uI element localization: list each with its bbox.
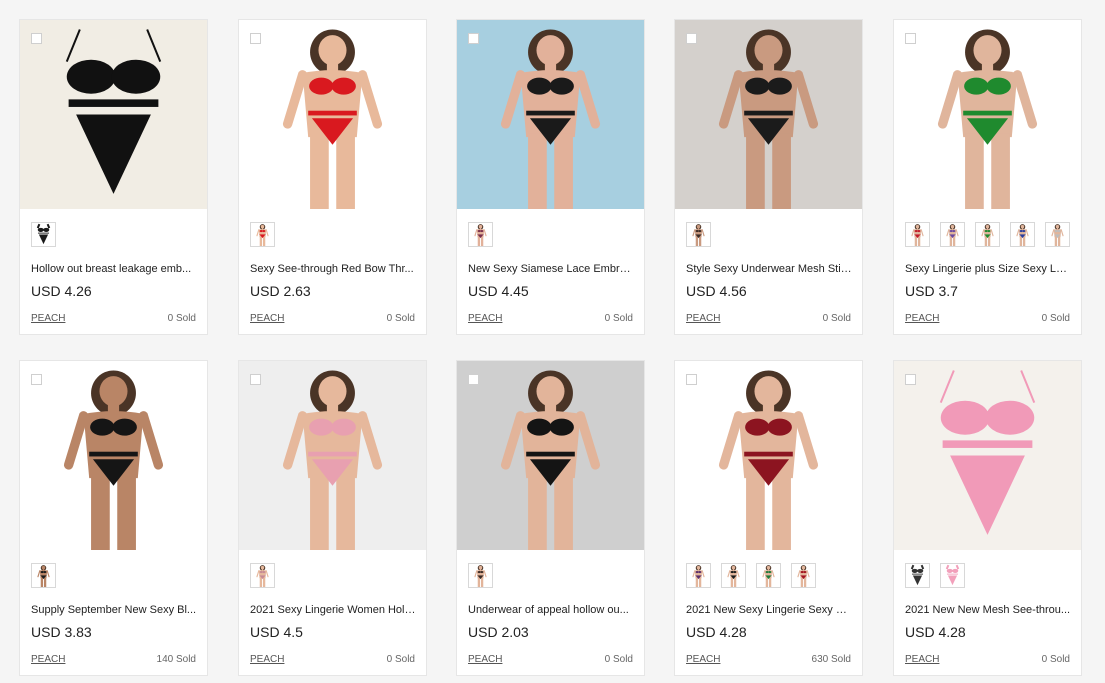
- product-image[interactable]: [239, 20, 426, 209]
- sold-count: 0 Sold: [1041, 313, 1070, 324]
- shop-link[interactable]: PEACH: [686, 653, 720, 667]
- product-price: USD 4.28: [686, 624, 747, 640]
- select-checkbox[interactable]: [905, 374, 916, 385]
- product-image[interactable]: [675, 361, 862, 550]
- variant-swatches: [250, 563, 420, 590]
- product-title[interactable]: Sexy See-through Red Bow Thr...: [250, 262, 416, 276]
- sold-count: 0 Sold: [1041, 654, 1070, 665]
- product-image[interactable]: [894, 361, 1081, 550]
- product-price: USD 4.45: [468, 283, 529, 299]
- variant-swatch[interactable]: [686, 563, 711, 588]
- variant-swatches: [686, 222, 856, 249]
- variant-swatches: [31, 563, 201, 590]
- variant-swatch[interactable]: [1010, 222, 1035, 247]
- variant-swatch[interactable]: [905, 563, 930, 588]
- shop-link[interactable]: PEACH: [905, 312, 939, 326]
- sold-count: 0 Sold: [386, 654, 415, 665]
- select-checkbox[interactable]: [250, 33, 261, 44]
- product-image[interactable]: [20, 20, 207, 209]
- sold-count: 630 Sold: [811, 654, 851, 665]
- variant-swatch[interactable]: [721, 563, 746, 588]
- variant-swatches: [31, 222, 201, 249]
- product-card[interactable]: Underwear of appeal hollow ou... USD 2.03…: [456, 360, 645, 676]
- variant-swatches: [468, 563, 638, 590]
- product-title[interactable]: Underwear of appeal hollow ou...: [468, 603, 634, 617]
- select-checkbox[interactable]: [250, 374, 261, 385]
- product-image[interactable]: [457, 361, 644, 550]
- variant-swatch[interactable]: [940, 563, 965, 588]
- sold-count: 0 Sold: [604, 313, 633, 324]
- variant-swatch[interactable]: [31, 222, 56, 247]
- shop-link[interactable]: PEACH: [686, 312, 720, 326]
- product-price: USD 4.56: [686, 283, 747, 299]
- variant-swatches: [686, 563, 856, 590]
- select-checkbox[interactable]: [468, 374, 479, 385]
- product-price: USD 2.03: [468, 624, 529, 640]
- shop-link[interactable]: PEACH: [468, 653, 502, 667]
- variant-swatch[interactable]: [468, 563, 493, 588]
- shop-link[interactable]: PEACH: [31, 653, 65, 667]
- product-price: USD 3.7: [905, 283, 958, 299]
- product-title[interactable]: 2021 Sexy Lingerie Women Holl...: [250, 603, 416, 617]
- product-price: USD 4.28: [905, 624, 966, 640]
- product-title[interactable]: Style Sexy Underwear Mesh Stit...: [686, 262, 852, 276]
- product-title[interactable]: Sexy Lingerie plus Size Sexy Lac...: [905, 262, 1071, 276]
- sold-count: 0 Sold: [604, 654, 633, 665]
- product-title[interactable]: 2021 New Sexy Lingerie Sexy Sl...: [686, 603, 852, 617]
- product-image[interactable]: [675, 20, 862, 209]
- select-checkbox[interactable]: [468, 33, 479, 44]
- variant-swatches: [905, 222, 1075, 249]
- variant-swatch[interactable]: [250, 563, 275, 588]
- product-price: USD 3.83: [31, 624, 92, 640]
- sold-count: 140 Sold: [156, 654, 196, 665]
- variant-swatch[interactable]: [686, 222, 711, 247]
- product-title[interactable]: 2021 New New Mesh See-throu...: [905, 603, 1071, 617]
- select-checkbox[interactable]: [31, 374, 42, 385]
- product-title[interactable]: Hollow out breast leakage emb...: [31, 262, 197, 276]
- product-card[interactable]: Supply September New Sexy Bl... USD 3.83 P…: [19, 360, 208, 676]
- product-title[interactable]: New Sexy Siamese Lace Embroi...: [468, 262, 634, 276]
- product-price: USD 4.26: [31, 283, 92, 299]
- variant-swatch[interactable]: [468, 222, 493, 247]
- shop-link[interactable]: PEACH: [250, 653, 284, 667]
- product-card[interactable]: Style Sexy Underwear Mesh Stit... USD 4.5…: [674, 19, 863, 335]
- shop-link[interactable]: PEACH: [468, 312, 502, 326]
- variant-swatches: [468, 222, 638, 249]
- shop-link[interactable]: PEACH: [31, 312, 65, 326]
- product-card[interactable]: Sexy See-through Red Bow Thr... USD 2.63 P…: [238, 19, 427, 335]
- variant-swatch[interactable]: [940, 222, 965, 247]
- variant-swatch[interactable]: [1045, 222, 1070, 247]
- select-checkbox[interactable]: [905, 33, 916, 44]
- shop-link[interactable]: PEACH: [250, 312, 284, 326]
- variant-swatch[interactable]: [791, 563, 816, 588]
- variant-swatches: [905, 563, 1075, 590]
- product-card[interactable]: Sexy Lingerie plus Size Sexy Lac... USD 3…: [893, 19, 1082, 335]
- variant-swatch[interactable]: [905, 222, 930, 247]
- product-title[interactable]: Supply September New Sexy Bl...: [31, 603, 197, 617]
- product-grid: Hollow out breast leakage emb... USD 4.26…: [0, 0, 1105, 683]
- product-image[interactable]: [20, 361, 207, 550]
- product-card[interactable]: Hollow out breast leakage emb... USD 4.26…: [19, 19, 208, 335]
- select-checkbox[interactable]: [31, 33, 42, 44]
- sold-count: 0 Sold: [386, 313, 415, 324]
- sold-count: 0 Sold: [167, 313, 196, 324]
- product-image[interactable]: [457, 20, 644, 209]
- product-card[interactable]: New Sexy Siamese Lace Embroi... USD 4.45 P…: [456, 19, 645, 335]
- sold-count: 0 Sold: [822, 313, 851, 324]
- product-price: USD 2.63: [250, 283, 311, 299]
- variant-swatch[interactable]: [250, 222, 275, 247]
- product-card[interactable]: 2021 New New Mesh See-throu... USD 4.28 PE…: [893, 360, 1082, 676]
- select-checkbox[interactable]: [686, 33, 697, 44]
- product-card[interactable]: 2021 Sexy Lingerie Women Holl... USD 4.5 P…: [238, 360, 427, 676]
- variant-swatch[interactable]: [756, 563, 781, 588]
- product-price: USD 4.5: [250, 624, 303, 640]
- shop-link[interactable]: PEACH: [905, 653, 939, 667]
- product-card[interactable]: 2021 New Sexy Lingerie Sexy Sl... USD 4.2…: [674, 360, 863, 676]
- select-checkbox[interactable]: [686, 374, 697, 385]
- variant-swatch[interactable]: [31, 563, 56, 588]
- variant-swatches: [250, 222, 420, 249]
- product-image[interactable]: [894, 20, 1081, 209]
- variant-swatch[interactable]: [975, 222, 1000, 247]
- product-image[interactable]: [239, 361, 426, 550]
